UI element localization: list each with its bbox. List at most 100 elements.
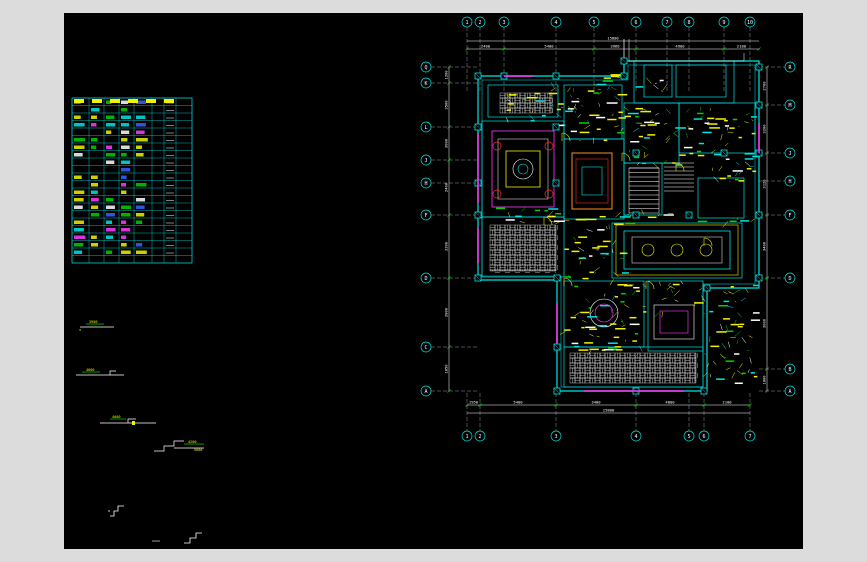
svg-text:D: D [788, 276, 791, 282]
detail-3: 4000 [100, 415, 156, 425]
cad-drawing[interactable]: 3900 ± 4000 4000 4200 5000 1 2 3 4 5 6 7… [64, 13, 803, 549]
dimension-label: 2700 [762, 81, 767, 91]
dimension-label: 2400 [444, 182, 449, 192]
stair-label-4: 4200 [188, 440, 196, 444]
grid-bubble-left: Q [420, 61, 432, 73]
grid-bubble-right: R [784, 61, 796, 73]
dimension-label: 3120 [762, 179, 767, 189]
living-room-feature [491, 130, 555, 208]
svg-text:4: 4 [554, 20, 557, 26]
grid-bubble-right: J [784, 147, 796, 159]
grid-bubble-top: 2 [474, 16, 486, 28]
dimension-label: 3400 [591, 400, 601, 405]
detail-4: 4200 5000 [154, 440, 204, 452]
grid-bubble-left: L [420, 121, 432, 133]
svg-text:7: 7 [748, 434, 751, 440]
grid-bubble-top: 8 [683, 16, 695, 28]
dimension-label: 1200 [444, 70, 449, 80]
section-details: 3900 ± 4000 4000 4200 5000 [76, 320, 204, 544]
stair-label-5: 5000 [194, 448, 202, 452]
svg-text:3: 3 [502, 20, 505, 26]
svg-text:A: A [424, 389, 427, 395]
svg-text:3: 3 [554, 434, 557, 440]
grid-bubble-bottom: 1 [461, 430, 473, 442]
grid-bubble-right: M [784, 99, 796, 111]
svg-text:1: 1 [465, 434, 468, 440]
dimension-label: 2400 [481, 44, 491, 49]
grid-bubble-bottom: 2 [474, 430, 486, 442]
grid-bubble-left: F [420, 209, 432, 221]
dimension-label: 3960 [610, 44, 620, 49]
grid-bubble-left: K [420, 77, 432, 89]
dimension-label: 5400 [544, 44, 554, 49]
dimension-label: 4800 [665, 400, 675, 405]
svg-text:8: 8 [687, 20, 690, 26]
svg-text:M: M [788, 103, 791, 109]
dimension-label: 2100 [737, 44, 747, 49]
grid-bubble-top: 10 [744, 16, 756, 28]
grid-bubble-bottom: 6 [698, 430, 710, 442]
grid-bubble-top: 1 [461, 16, 473, 28]
svg-text:J: J [788, 151, 791, 157]
grid-bubble-bottom: 5 [683, 430, 695, 442]
dimension-label: 1850 [444, 364, 449, 374]
annex [623, 39, 745, 104]
stair-label-1: 3900 [89, 320, 97, 324]
legend-table [71, 97, 193, 264]
svg-text:Q: Q [424, 65, 427, 71]
dimension-total: 15800 [607, 36, 619, 41]
svg-text:B: B [788, 367, 791, 373]
grid-bubble-top: 9 [718, 16, 730, 28]
dimension-label: 1950 [469, 400, 479, 405]
svg-text:D: D [424, 276, 427, 282]
grid-bubble-right: F [784, 209, 796, 221]
dimension-label: 2800 [444, 307, 449, 317]
svg-text:5: 5 [687, 434, 690, 440]
svg-text:L: L [424, 125, 427, 131]
dimension-label: 3000 [444, 138, 449, 148]
dimension-total: 15800 [603, 408, 615, 413]
dimension-label: 4900 [675, 44, 685, 49]
svg-text:±: ± [79, 328, 81, 332]
dimension-label: 2100 [722, 400, 732, 405]
stair-label-2: 4000 [86, 368, 94, 372]
grid-bubble-right: D [784, 272, 796, 284]
svg-text:2: 2 [478, 20, 481, 26]
svg-text:7: 7 [665, 20, 668, 26]
grid-bubble-right: A [784, 385, 796, 397]
dimension-label: 1800 [762, 375, 767, 385]
hall-feature [615, 224, 739, 276]
grid-bubble-bottom: 4 [630, 430, 642, 442]
svg-text:10: 10 [747, 20, 753, 26]
svg-text:9: 9 [722, 20, 725, 26]
stair-label-3: 4000 [112, 415, 120, 419]
grid-bubble-top: 5 [588, 16, 600, 28]
grid-bubble-left: C [420, 341, 432, 353]
grid-bubble-left: A [420, 385, 432, 397]
grid-bubble-left: J [420, 154, 432, 166]
dimension-label: 5400 [513, 400, 523, 405]
grid-bubble-top: 3 [498, 16, 510, 28]
dining-feature [571, 152, 613, 210]
dimension-label: 3000 [762, 318, 767, 328]
grid-bubble-top: 6 [630, 16, 642, 28]
drawing-sheet: 3900 ± 4000 4000 4200 5000 1 2 3 4 5 6 7… [64, 13, 803, 549]
dimension-label: 3400 [762, 241, 767, 251]
svg-text:F: F [788, 213, 791, 219]
dimension-label: 3200 [444, 241, 449, 251]
svg-text:K: K [424, 81, 427, 87]
svg-text:2: 2 [478, 434, 481, 440]
floor-plan: 1 2 3 4 5 6 7 8 9 10 1 2 3 4 5 6 7 Q K L J H F D C A R M J H F D B A 2400… [420, 16, 796, 442]
svg-text:1: 1 [465, 20, 468, 26]
grid-bubble-right: B [784, 363, 796, 375]
grid-bubble-top: 7 [661, 16, 673, 28]
grid-bubble-right: H [784, 175, 796, 187]
grid-bubble-top: 4 [550, 16, 562, 28]
grid-bubble-bottom: 7 [744, 430, 756, 442]
dimension-label: 3200 [762, 124, 767, 134]
svg-text:J: J [424, 158, 427, 164]
svg-text:F: F [424, 213, 427, 219]
detail-5 [108, 505, 124, 517]
detail-2: 4000 [76, 368, 124, 376]
svg-text:6: 6 [702, 434, 705, 440]
